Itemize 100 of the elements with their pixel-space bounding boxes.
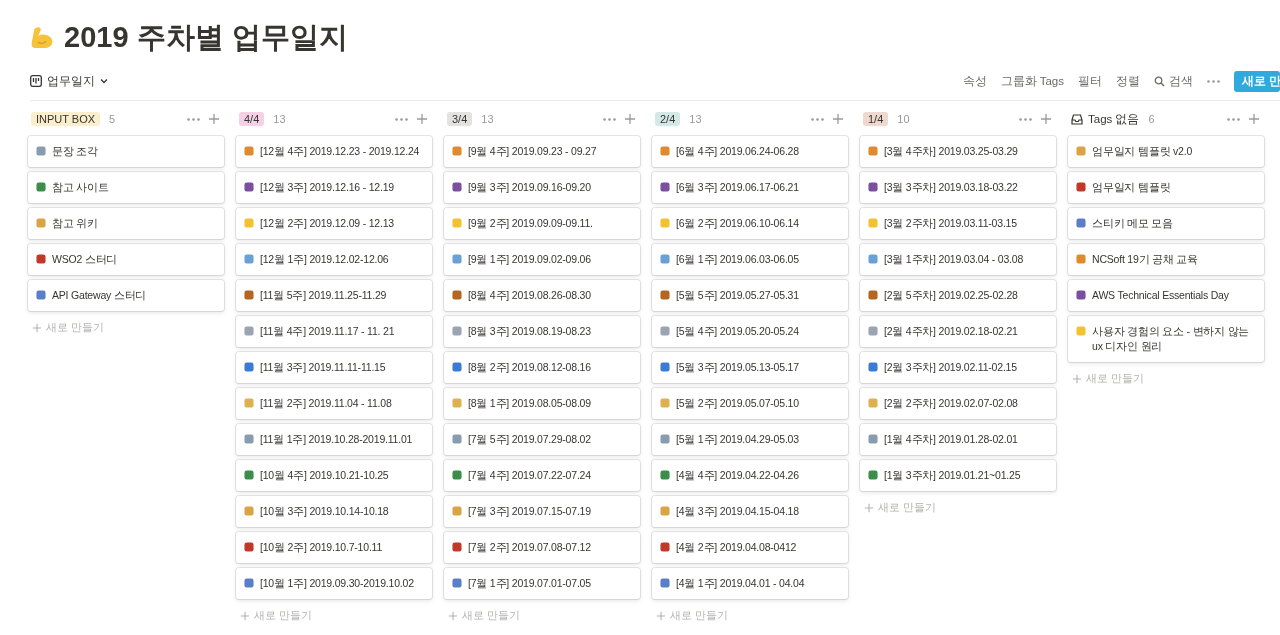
card[interactable]: [12월 4주] 2019.12.23 - 2019.12.24 xyxy=(236,136,432,167)
card[interactable]: [9월 3주] 2019.09.16-09.20 xyxy=(444,172,640,203)
card[interactable]: [12월 1주] 2019.12.02-12.06 xyxy=(236,244,432,275)
square-icon xyxy=(868,218,878,228)
search-button[interactable]: 검색 xyxy=(1154,73,1193,89)
toolbar-button[interactable]: 속성 xyxy=(962,73,987,89)
add-icon[interactable] xyxy=(416,113,428,125)
card[interactable]: [4월 2주] 2019.04.08-0412 xyxy=(652,532,848,563)
card[interactable]: [6월 1주] 2019.06.03-06.05 xyxy=(652,244,848,275)
card[interactable]: [4월 4주] 2019.04.22-04.26 xyxy=(652,460,848,491)
add-icon[interactable] xyxy=(1248,113,1260,125)
card[interactable]: NCSoft 19기 공채 교육 xyxy=(1068,244,1264,275)
more-icon[interactable] xyxy=(811,117,824,121)
square-icon xyxy=(452,578,462,588)
square-icon xyxy=(1076,254,1086,264)
card[interactable]: 사용자 경험의 요소 - 변하지 않는 ux 디자인 원리 xyxy=(1068,316,1264,362)
more-icon[interactable] xyxy=(395,117,408,121)
card[interactable]: [8월 1주] 2019.08.05-08.09 xyxy=(444,388,640,419)
square-icon xyxy=(452,218,462,228)
card[interactable]: [9월 2주] 2019.09.09-09.11. xyxy=(444,208,640,239)
card[interactable]: [3월 1주차] 2019.03.04 - 03.08 xyxy=(860,244,1056,275)
square-icon xyxy=(1076,146,1086,156)
card[interactable]: [5월 1주] 2019.04.29-05.03 xyxy=(652,424,848,455)
square-icon xyxy=(1076,326,1086,336)
card[interactable]: [7월 4주] 2019.07.22-07.24 xyxy=(444,460,640,491)
card[interactable]: [5월 4주] 2019.05.20-05.24 xyxy=(652,316,848,347)
card[interactable]: [10월 1주] 2019.09.30-2019.10.02 xyxy=(236,568,432,599)
card[interactable]: 엄무일지 템플릿 xyxy=(1068,172,1264,203)
toolbar-button[interactable]: 그룹화 Tags xyxy=(1000,73,1064,89)
card[interactable]: [10월 2주] 2019.10.7-10.11 xyxy=(236,532,432,563)
more-icon[interactable] xyxy=(187,117,200,121)
card[interactable]: [8월 4주] 2019.08.26-08.30 xyxy=(444,280,640,311)
plus-icon xyxy=(656,610,666,621)
card[interactable]: [11월 3주] 2019.11.11-11.15 xyxy=(236,352,432,383)
card[interactable]: [9월 4주] 2019.09.23 - 09.27 xyxy=(444,136,640,167)
square-icon xyxy=(868,362,878,372)
card[interactable]: [10월 3주] 2019.10.14-10.18 xyxy=(236,496,432,527)
card[interactable]: [6월 3주] 2019.06.17-06.21 xyxy=(652,172,848,203)
card[interactable]: AWS Technical Essentials Day xyxy=(1068,280,1264,311)
card[interactable]: [2월 2주차] 2019.02.07-02.08 xyxy=(860,388,1056,419)
card[interactable]: [1월 3주차] 2019.01.21~01.25 xyxy=(860,460,1056,491)
card[interactable]: 참고 위키 xyxy=(28,208,224,239)
square-icon xyxy=(452,290,462,300)
card[interactable]: [12월 3주] 2019.12.16 - 12.19 xyxy=(236,172,432,203)
card[interactable]: 문장 조각 xyxy=(28,136,224,167)
card[interactable]: [11월 4주] 2019.11.17 - 11. 21 xyxy=(236,316,432,347)
more-icon[interactable] xyxy=(1207,79,1220,83)
card[interactable]: [11월 2주] 2019.11.04 - 11.08 xyxy=(236,388,432,419)
card[interactable]: [7월 3주] 2019.07.15-07.19 xyxy=(444,496,640,527)
search-icon xyxy=(1154,75,1165,87)
card[interactable]: 스티키 메모 모음 xyxy=(1068,208,1264,239)
more-icon[interactable] xyxy=(603,117,616,121)
toolbar-button[interactable]: 필터 xyxy=(1078,73,1102,89)
card[interactable]: [11월 5주] 2019.11.25-11.29 xyxy=(236,280,432,311)
card[interactable]: [5월 2주] 2019.05.07-05.10 xyxy=(652,388,848,419)
card[interactable]: 엄무일지 템플릿 v2.0 xyxy=(1068,136,1264,167)
card[interactable]: [4월 3주] 2019.04.15-04.18 xyxy=(652,496,848,527)
card[interactable]: [6월 4주] 2019.06.24-06.28 xyxy=(652,136,848,167)
card[interactable]: [3월 4주차] 2019.03.25-03.29 xyxy=(860,136,1056,167)
column-title: Tags 없음 xyxy=(1088,111,1140,127)
card[interactable]: API Gateway 스터디 xyxy=(28,280,224,311)
card[interactable]: [8월 3주] 2019.08.19-08.23 xyxy=(444,316,640,347)
add-icon[interactable] xyxy=(208,113,220,125)
card[interactable]: [1월 4주차] 2019.01.28-02.01 xyxy=(860,424,1056,455)
square-icon xyxy=(660,218,670,228)
card[interactable]: [11월 1주] 2019.10.28-2019.11.01 xyxy=(236,424,432,455)
card[interactable]: WSO2 스터디 xyxy=(28,244,224,275)
square-icon xyxy=(244,506,254,516)
add-icon[interactable] xyxy=(624,113,636,125)
card[interactable]: [5월 5주] 2019.05.27-05.31 xyxy=(652,280,848,311)
card-count: 10 xyxy=(897,113,910,125)
card[interactable]: [3월 3주차] 2019.03.18-03.22 xyxy=(860,172,1056,203)
card[interactable]: [6월 2주] 2019.06.10-06.14 xyxy=(652,208,848,239)
view-selector[interactable]: 업무일지 xyxy=(30,72,108,90)
card[interactable]: [2월 5주차] 2019.02.25-02.28 xyxy=(860,280,1056,311)
card[interactable]: [5월 3주] 2019.05.13-05.17 xyxy=(652,352,848,383)
add-icon[interactable] xyxy=(832,113,844,125)
square-icon xyxy=(452,506,462,516)
card[interactable]: [7월 1주] 2019.07.01-07.05 xyxy=(444,568,640,599)
card[interactable]: [2월 3주차] 2019.02.11-02.15 xyxy=(860,352,1056,383)
card[interactable]: [3월 2주차] 2019.03.11-03.15 xyxy=(860,208,1056,239)
card[interactable]: [8월 2주] 2019.08.12-08.16 xyxy=(444,352,640,383)
card[interactable]: [7월 5주] 2019.07.29-08.02 xyxy=(444,424,640,455)
add-icon[interactable] xyxy=(1040,113,1052,125)
more-icon[interactable] xyxy=(1019,117,1032,121)
square-icon xyxy=(868,254,878,264)
square-icon xyxy=(660,326,670,336)
card-count: 6 xyxy=(1148,113,1155,125)
card[interactable]: [9월 1주] 2019.09.02-09.06 xyxy=(444,244,640,275)
card[interactable]: [4월 1주] 2019.04.01 - 04.04 xyxy=(652,568,848,599)
card[interactable]: [7월 2주] 2019.07.08-07.12 xyxy=(444,532,640,563)
card[interactable]: [12월 2주] 2019.12.09 - 12.13 xyxy=(236,208,432,239)
square-icon xyxy=(452,434,462,444)
more-icon[interactable] xyxy=(1227,117,1240,121)
card[interactable]: [2월 4주차] 2019.02.18-02.21 xyxy=(860,316,1056,347)
toolbar-button[interactable]: 정렬 xyxy=(1116,73,1140,89)
square-icon xyxy=(36,254,46,264)
card[interactable]: 참고 사이트 xyxy=(28,172,224,203)
square-icon xyxy=(244,398,254,408)
card[interactable]: [10월 4주] 2019.10.21-10.25 xyxy=(236,460,432,491)
